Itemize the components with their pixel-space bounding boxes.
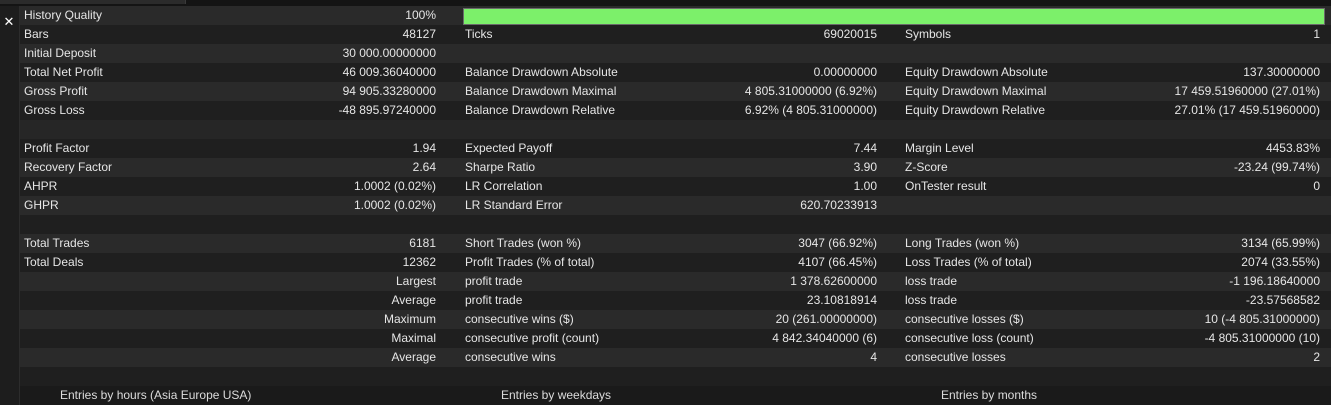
stat-value-1: Average xyxy=(391,350,436,364)
stat-value-2 xyxy=(620,120,877,139)
stat-value-1: 94 905.33280000 xyxy=(342,84,436,98)
stat-value-2 xyxy=(620,215,877,234)
stat-value-3: -4 805.31000000 (10) xyxy=(1204,331,1320,345)
stat-value-2: 7.44 xyxy=(853,141,877,155)
stats-row: Profit Factor 1.94 Expected Payoff 7.44 Marg… xyxy=(20,139,1331,158)
stat-value-1 xyxy=(190,215,436,234)
stats-row: Total Trades 6181 Short Trades (won %) 3047… xyxy=(20,234,1331,253)
left-panel-strip: ✕ xyxy=(0,6,20,405)
stat-value-3: 17 459.51960000 (27.01%) xyxy=(1174,84,1320,98)
stat-value-2: 69020015 xyxy=(823,27,877,41)
stat-value-3 xyxy=(1060,120,1320,139)
stats-row: Bars 48127 Ticks 69020015 Symbols 1 xyxy=(20,25,1331,44)
stat-value-1: 46 009.36040000 xyxy=(342,65,436,79)
stat-value-3: 10 (-4 805.31000000) xyxy=(1204,312,1320,326)
close-icon[interactable]: ✕ xyxy=(0,13,18,31)
stats-row: GHPR 1.0002 (0.02%) LR Standard Error 620.7… xyxy=(20,196,1331,215)
stat-value-2: 620.70233913 xyxy=(800,198,877,212)
stat-value-1: 30 000.00000000 xyxy=(342,46,436,60)
stat-value-3: 3134 (65.99%) xyxy=(1241,236,1320,250)
stat-value-1: 6181 xyxy=(409,236,436,250)
stats-row: Average profit trade 23.10818914 loss trade… xyxy=(20,291,1331,310)
history-quality-row: History Quality 100% xyxy=(20,6,1331,25)
blank-separator-row xyxy=(20,120,1331,139)
stat-value-1: Maximum xyxy=(383,312,436,326)
entries-by-weekdays-title: Entries by weekdays xyxy=(501,388,612,402)
stat-value-1: 12362 xyxy=(402,255,436,269)
stat-value-3: 2 xyxy=(1313,350,1320,364)
stat-value-3: -23.24 (99.74%) xyxy=(1233,160,1320,174)
history-quality-bar xyxy=(463,8,1325,25)
stats-row: Average consecutive wins 4 consecutive loss… xyxy=(20,348,1331,367)
tab-strip[interactable] xyxy=(0,0,186,4)
report-grid: History Quality 100% Bars 48127 Ticks 69020… xyxy=(20,6,1331,402)
stats-row: AHPR 1.0002 (0.02%) LR Correlation 1.00 OnTe… xyxy=(20,177,1331,196)
stat-value-2: 3.90 xyxy=(853,160,877,174)
stat-value-2: 0.00000000 xyxy=(813,65,877,79)
stat-value-1: 48127 xyxy=(402,27,436,41)
stat-value-2: 23.10818914 xyxy=(806,293,877,307)
stat-value-2: 4 805.31000000 (6.92%) xyxy=(744,84,877,98)
stat-value-3: 1 xyxy=(1313,27,1320,41)
stat-value-1: 1.0002 (0.02%) xyxy=(353,198,436,212)
entries-by-hours-title: Entries by hours (Asia Europe USA) xyxy=(60,388,252,402)
stat-value-1: -48 895.97240000 xyxy=(338,103,436,117)
stat-value-3 xyxy=(1060,44,1320,63)
stat-value-2 xyxy=(620,367,877,386)
stat-value-2 xyxy=(620,44,877,63)
stat-value-1: 1.94 xyxy=(412,141,436,155)
stat-value-3: -23.57568582 xyxy=(1245,293,1320,307)
stat-value-2: 6.92% (4 805.31000000) xyxy=(744,103,877,117)
stat-value-1: 2.64 xyxy=(412,160,436,174)
stat-value-2: 3047 (66.92%) xyxy=(798,236,877,250)
stat-value-3: 0 xyxy=(1313,179,1320,193)
stat-value-1: Maximal xyxy=(391,331,436,345)
history-quality-bar-fill xyxy=(464,9,1324,24)
history-quality-value: 100% xyxy=(405,8,436,22)
stat-value-3: 4453.83% xyxy=(1265,141,1320,155)
stat-value-3: 2074 (33.55%) xyxy=(1241,255,1320,269)
stat-value-3: 27.01% (17 459.51960000) xyxy=(1174,103,1320,117)
stat-value-3 xyxy=(1060,196,1320,215)
stat-value-2: 1.00 xyxy=(853,179,877,193)
footer-titles: Entries by hours (Asia Europe USA) Entri… xyxy=(20,386,1331,402)
stats-row: Maximal consecutive profit (count) 4 842.3… xyxy=(20,329,1331,348)
stat-value-3 xyxy=(1060,215,1320,234)
stat-value-2: 4 xyxy=(870,350,877,364)
stat-value-3: -1 196.18640000 xyxy=(1229,274,1320,288)
stats-row: Maximum consecutive wins ($) 20 (261.00000… xyxy=(20,310,1331,329)
stat-value-3: 137.30000000 xyxy=(1243,65,1320,79)
stat-value-3 xyxy=(1060,367,1320,386)
blank-separator-row xyxy=(20,215,1331,234)
stat-value-2: 4 842.34040000 (6) xyxy=(772,331,877,345)
stats-row: Gross Loss -48 895.97240000 Balance Drawdo… xyxy=(20,101,1331,120)
stat-value-1: Average xyxy=(391,293,436,307)
stats-row: Gross Profit 94 905.33280000 Balance Drawd… xyxy=(20,82,1331,101)
stats-row: Largest profit trade 1 378.62600000 loss tr… xyxy=(20,272,1331,291)
entries-by-months-title: Entries by months xyxy=(941,388,1038,402)
stat-value-1: Largest xyxy=(395,274,436,288)
stat-value-1 xyxy=(190,120,436,139)
stats-row: Total Net Profit 46 009.36040000 Balance D… xyxy=(20,63,1331,82)
stat-value-2: 1 378.62600000 xyxy=(790,274,877,288)
stat-value-2: 4107 (66.45%) xyxy=(798,255,877,269)
stats-row: Initial Deposit 30 000.00000000 xyxy=(20,44,1331,63)
stat-value-1 xyxy=(190,367,436,386)
stats-row: Recovery Factor 2.64 Sharpe Ratio 3.90 Z-Sco… xyxy=(20,158,1331,177)
stat-value-1: 1.0002 (0.02%) xyxy=(353,179,436,193)
stat-value-2: 20 (261.00000000) xyxy=(775,312,877,326)
stats-row: Total Deals 12362 Profit Trades (% of tota… xyxy=(20,253,1331,272)
blank-separator-row xyxy=(20,367,1331,386)
